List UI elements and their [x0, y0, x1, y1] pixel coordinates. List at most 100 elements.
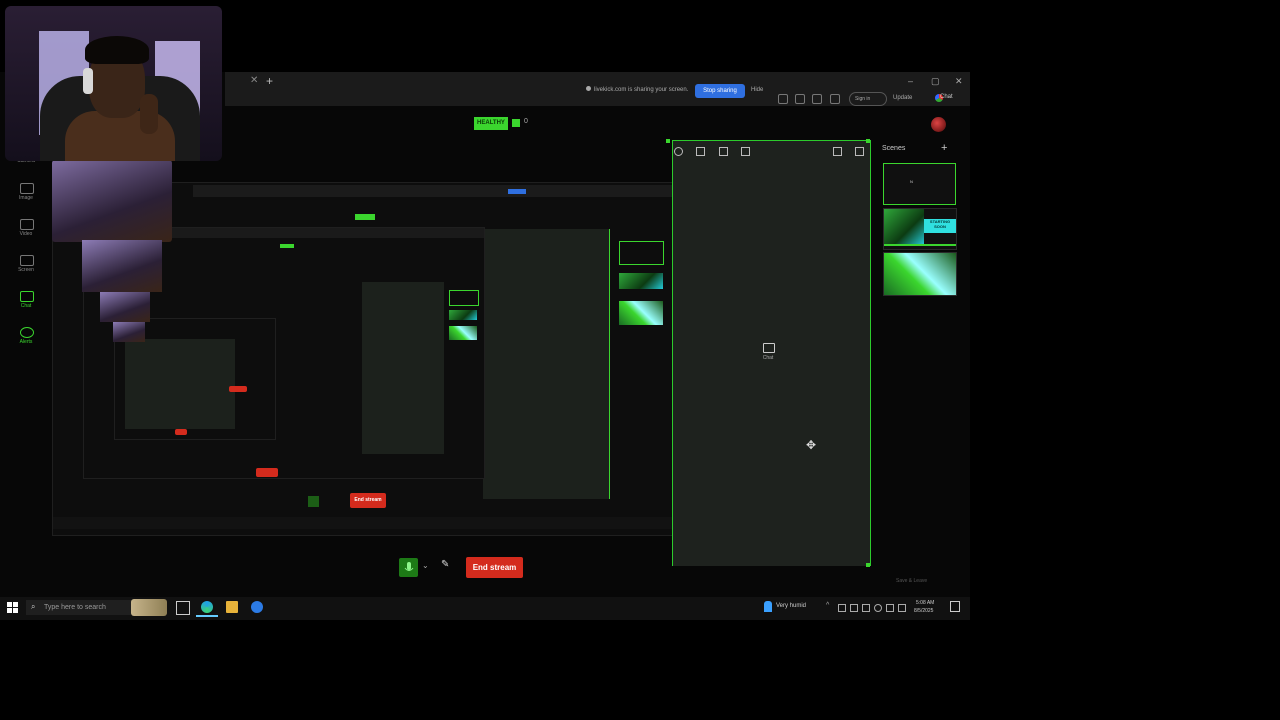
notifications-icon[interactable] [950, 601, 960, 612]
browser-chat-button[interactable]: Chat [940, 94, 953, 100]
scenes-title: Scenes [882, 145, 906, 152]
display-icon[interactable] [862, 604, 870, 612]
video-icon[interactable] [20, 219, 34, 230]
refresh-icon[interactable] [812, 94, 822, 104]
scene-blank[interactable]: N [883, 163, 956, 205]
minimize-icon[interactable]: – [908, 76, 913, 86]
viewer-count: 0 [524, 118, 528, 125]
clock-time[interactable]: 5:08 AM [916, 600, 934, 606]
alerts-icon[interactable] [20, 327, 34, 338]
news-widget-icon[interactable] [131, 599, 167, 616]
microphone-icon [404, 562, 414, 571]
nested-browser-toolbar-2 [154, 228, 484, 238]
visibility-icon[interactable] [674, 147, 683, 156]
language-icon[interactable] [898, 604, 906, 612]
image-icon[interactable] [20, 183, 34, 194]
nested-end-stream-2 [256, 468, 278, 477]
avatar[interactable] [931, 117, 946, 132]
update-button[interactable]: Update [893, 95, 912, 101]
share-indicator-icon [586, 86, 591, 91]
resize-handle-tr[interactable] [866, 139, 870, 143]
nested-webcam-4 [113, 322, 145, 342]
nested-mic-button [308, 496, 319, 507]
end-stream-button[interactable]: End stream [466, 557, 523, 578]
sidebar-item-chat[interactable]: Chat [11, 303, 41, 309]
extensions-icon[interactable] [795, 94, 805, 104]
nested-webcam-3 [100, 292, 150, 322]
nested-canvas-3 [125, 339, 235, 429]
battery-icon[interactable] [850, 604, 858, 612]
nested-scene-3 [619, 301, 663, 325]
delete-icon[interactable] [741, 147, 750, 156]
windows-start-icon[interactable] [7, 602, 18, 613]
sign-in-button[interactable]: Sign in [849, 92, 887, 106]
sidebar-item-screen[interactable]: Screen [11, 267, 41, 273]
weather-label[interactable]: Very humid [776, 603, 806, 609]
weather-icon [764, 601, 772, 612]
wifi-icon[interactable] [874, 604, 882, 612]
move-cursor-icon: ✥ [806, 438, 817, 452]
search-icon: ⌕ [31, 602, 36, 611]
nested-scene-2 [619, 273, 663, 289]
volume-icon[interactable] [886, 604, 894, 612]
nested-taskbar [53, 517, 673, 529]
sidebar-item-image[interactable]: Image [11, 195, 41, 201]
favorites-icon[interactable] [830, 94, 840, 104]
nested-status-badge-2 [280, 244, 294, 248]
nested-webcam-1 [52, 160, 172, 242]
nested-stop-sharing [508, 189, 526, 194]
hide-button[interactable]: Hide [751, 87, 763, 93]
chat-icon[interactable] [20, 291, 34, 302]
nested-end-stream-3 [175, 429, 187, 435]
scene-starting-soon[interactable]: STARTING SOON [883, 208, 957, 250]
nested-scene-2a [449, 290, 479, 306]
lock-icon[interactable] [855, 147, 864, 156]
nested-canvas-2 [362, 282, 444, 454]
share-message: livekick.com is sharing your screen. [594, 87, 689, 93]
sidebar-item-alerts[interactable]: Alerts [11, 339, 41, 345]
tab-close-icon[interactable]: ✕ [250, 75, 258, 86]
scene-canvas[interactable] [672, 141, 871, 566]
sidebar-item-video[interactable]: Video [11, 231, 41, 237]
nested-scene-1 [619, 241, 664, 265]
mic-button[interactable] [399, 558, 418, 577]
nested-scene-2c [449, 326, 477, 340]
stop-sharing-button[interactable]: Stop sharing [695, 84, 745, 98]
duplicate-icon[interactable] [719, 147, 728, 156]
chat-widget-icon[interactable] [763, 343, 775, 353]
taskbar-search-placeholder: Type here to search [44, 604, 106, 611]
star-icon[interactable] [778, 94, 788, 104]
maximize-icon[interactable]: ▢ [931, 76, 940, 87]
edge-icon[interactable] [201, 601, 213, 613]
scene-brb[interactable] [883, 252, 957, 296]
save-leave-button[interactable]: Save & Leave [896, 578, 927, 584]
nested-end-stream: End stream [350, 493, 386, 508]
mic-dropdown[interactable]: ⌄ [422, 561, 429, 570]
screen-icon[interactable] [20, 255, 34, 266]
chat-widget-label: Chat [762, 355, 774, 361]
active-app-indicator [196, 615, 218, 617]
resize-handle-br[interactable] [866, 563, 870, 567]
add-scene-button[interactable]: + [941, 142, 947, 154]
nested-end-stream-4 [229, 386, 247, 392]
fullscreen-icon[interactable] [833, 147, 842, 156]
nested-browser-toolbar [193, 185, 673, 197]
file-explorer-icon[interactable] [226, 601, 238, 613]
new-tab-icon[interactable]: + [266, 74, 273, 88]
nested-status-badge [355, 214, 375, 220]
nested-canvas [483, 229, 610, 499]
status-badge: HEALTHY [474, 117, 508, 130]
nested-webcam-2 [82, 240, 162, 292]
nested-scene-2b [449, 310, 477, 320]
window-close-icon[interactable]: ✕ [955, 76, 963, 87]
tray-chevron-icon[interactable]: ^ [826, 602, 832, 609]
edit-icon[interactable]: ✎ [441, 559, 449, 570]
webcam-feed [5, 6, 222, 161]
viewers-icon [512, 119, 520, 127]
resize-handle-tl[interactable] [666, 139, 670, 143]
task-view-icon[interactable] [176, 601, 190, 615]
layer-icon[interactable] [696, 147, 705, 156]
network-icon[interactable] [838, 604, 846, 612]
app-icon[interactable] [251, 601, 263, 613]
clock-date[interactable]: 8/5/2025 [914, 608, 933, 614]
